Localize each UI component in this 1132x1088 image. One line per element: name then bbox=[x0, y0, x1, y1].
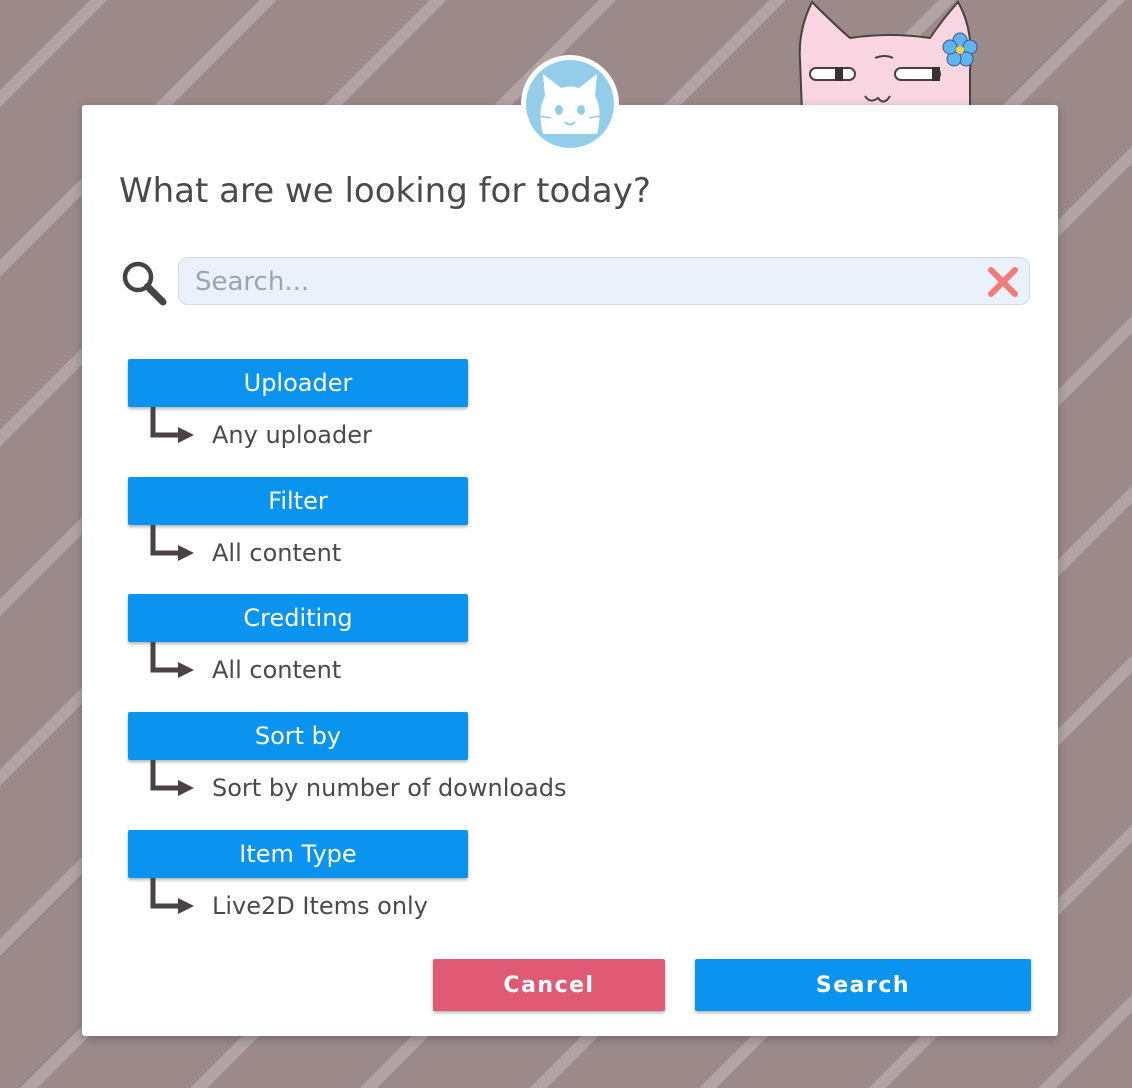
crediting-button[interactable]: Crediting bbox=[128, 594, 468, 642]
crediting-value: All content bbox=[212, 656, 342, 684]
sort-by-value: Sort by number of downloads bbox=[212, 774, 567, 802]
filter-value: All content bbox=[212, 539, 342, 567]
magnifier-icon bbox=[122, 261, 167, 306]
dialog-title: What are we looking for today? bbox=[119, 171, 651, 211]
search-dialog: What are we looking for today? Uploader … bbox=[82, 105, 1058, 1036]
elbow-arrow-icon bbox=[150, 525, 194, 561]
option-sort-by: Sort by Sort by number of downloads bbox=[128, 712, 567, 802]
search-box bbox=[178, 257, 1030, 306]
elbow-arrow-icon bbox=[150, 878, 194, 914]
elbow-arrow-icon bbox=[150, 760, 194, 796]
uploader-button[interactable]: Uploader bbox=[128, 359, 468, 407]
elbow-arrow-icon bbox=[150, 642, 194, 678]
cat-avatar-icon bbox=[538, 74, 602, 134]
avatar bbox=[521, 55, 619, 153]
item-type-value: Live2D Items only bbox=[212, 892, 428, 920]
cancel-button[interactable]: Cancel bbox=[433, 959, 665, 1011]
option-uploader: Uploader Any uploader bbox=[128, 359, 468, 449]
option-item-type: Item Type Live2D Items only bbox=[128, 830, 468, 920]
filter-button[interactable]: Filter bbox=[128, 477, 468, 525]
elbow-arrow-icon bbox=[150, 407, 194, 443]
option-filter: Filter All content bbox=[128, 477, 468, 567]
search-input[interactable] bbox=[193, 258, 977, 306]
uploader-value: Any uploader bbox=[212, 421, 372, 449]
pink-cat-mascot bbox=[798, 0, 978, 112]
search-button[interactable]: Search bbox=[695, 959, 1031, 1011]
clear-x-icon[interactable] bbox=[987, 266, 1019, 298]
option-crediting: Crediting All content bbox=[128, 594, 468, 684]
item-type-button[interactable]: Item Type bbox=[128, 830, 468, 878]
sort-by-button[interactable]: Sort by bbox=[128, 712, 468, 760]
